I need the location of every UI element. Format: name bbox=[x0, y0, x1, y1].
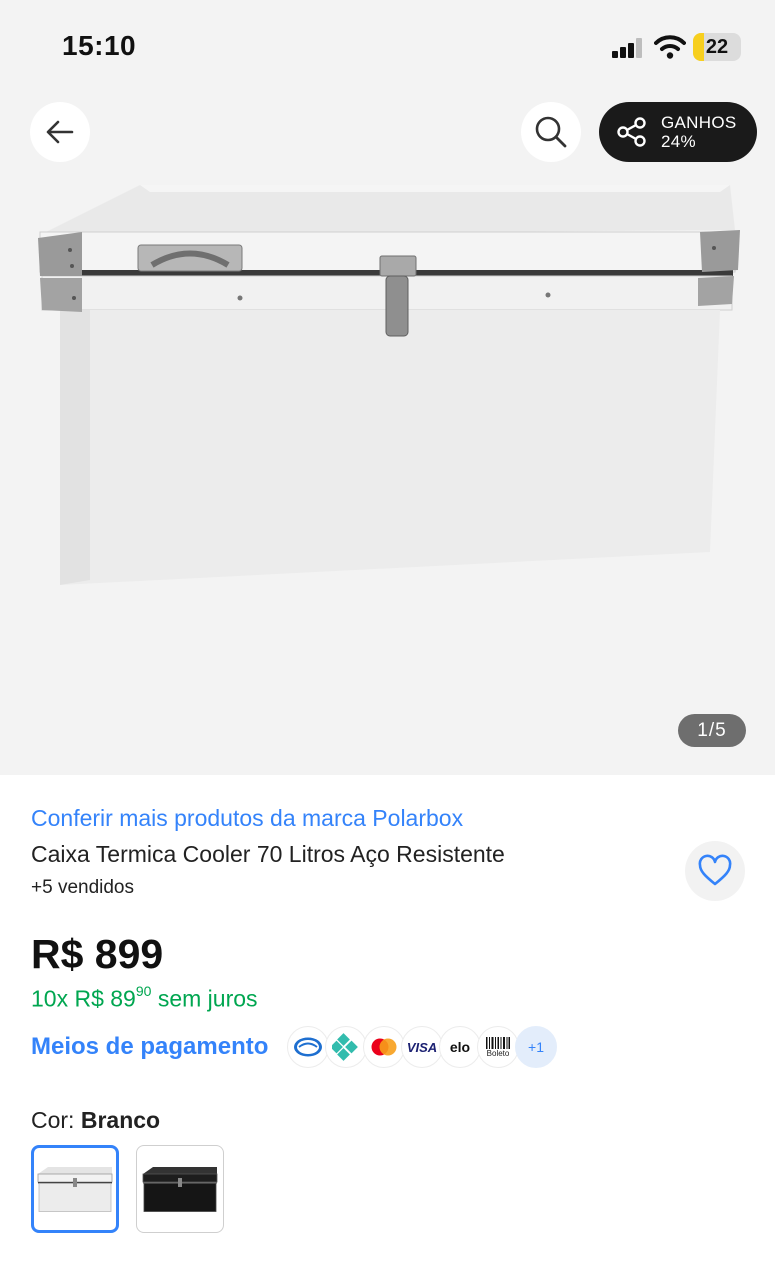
mastercard-icon bbox=[363, 1026, 405, 1068]
share-earnings-button[interactable]: GANHOS 24% bbox=[599, 102, 757, 162]
share-earnings-text: GANHOS 24% bbox=[661, 113, 736, 151]
status-bar: 15:10 22 bbox=[0, 0, 775, 90]
status-time: 15:10 bbox=[62, 30, 137, 61]
payment-methods-icons[interactable]: VISA elo Boleto +1 bbox=[287, 1026, 557, 1070]
search-button[interactable] bbox=[521, 102, 581, 162]
heart-icon bbox=[698, 854, 732, 886]
share-earnings-line1: GANHOS bbox=[661, 113, 737, 132]
product-gallery[interactable]: 15:10 22 GANHOS 24% 1/5 bbox=[0, 0, 775, 775]
color-option-branco[interactable] bbox=[31, 1145, 119, 1233]
visa-icon: VISA bbox=[401, 1026, 443, 1068]
brand-link[interactable]: Conferir mais produtos da marca Polarbox bbox=[31, 805, 463, 832]
color-label: Cor: Branco bbox=[31, 1107, 160, 1134]
color-label-prefix: Cor: bbox=[31, 1107, 75, 1133]
pix-icon bbox=[325, 1026, 367, 1068]
search-icon bbox=[535, 116, 567, 148]
battery-icon: 22 bbox=[693, 33, 741, 61]
white-cooler-thumbnail bbox=[37, 1167, 113, 1212]
installments: 10x R$ 8990 sem juros bbox=[31, 983, 258, 1013]
elo-icon: elo bbox=[439, 1026, 481, 1068]
installments-suffix: sem juros bbox=[157, 985, 258, 1012]
product-price: R$ 899 bbox=[31, 931, 164, 977]
black-cooler-thumbnail bbox=[142, 1167, 218, 1212]
selected-color: Branco bbox=[80, 1107, 161, 1133]
share-earnings-line2: 24% bbox=[661, 132, 696, 151]
share-icon bbox=[617, 117, 646, 147]
installments-cents: 90 bbox=[135, 983, 152, 999]
product-image[interactable] bbox=[30, 180, 745, 600]
payment-methods-link[interactable]: Meios de pagamento bbox=[31, 1033, 268, 1061]
mercado-pago-icon bbox=[287, 1026, 329, 1068]
color-option-preto[interactable] bbox=[136, 1145, 224, 1233]
sold-count: +5 vendidos bbox=[31, 877, 134, 898]
wifi-icon bbox=[654, 35, 686, 59]
battery-level: 22 bbox=[705, 36, 729, 58]
back-button[interactable] bbox=[30, 102, 90, 162]
product-title: Caixa Termica Cooler 70 Litros Aço Resis… bbox=[31, 841, 505, 867]
installments-amount: 10x R$ 89 bbox=[31, 985, 136, 1012]
boleto-icon: Boleto bbox=[477, 1026, 519, 1068]
boleto-text: Boleto bbox=[486, 1048, 510, 1058]
more-payment-methods[interactable]: +1 bbox=[515, 1026, 557, 1068]
elo-text: elo bbox=[449, 1039, 471, 1055]
signal-icon bbox=[612, 38, 648, 58]
visa-text: VISA bbox=[406, 1039, 438, 1055]
arrow-left-icon bbox=[46, 120, 74, 144]
favorite-button[interactable] bbox=[685, 841, 745, 901]
gallery-page-indicator: 1/5 bbox=[678, 714, 746, 747]
